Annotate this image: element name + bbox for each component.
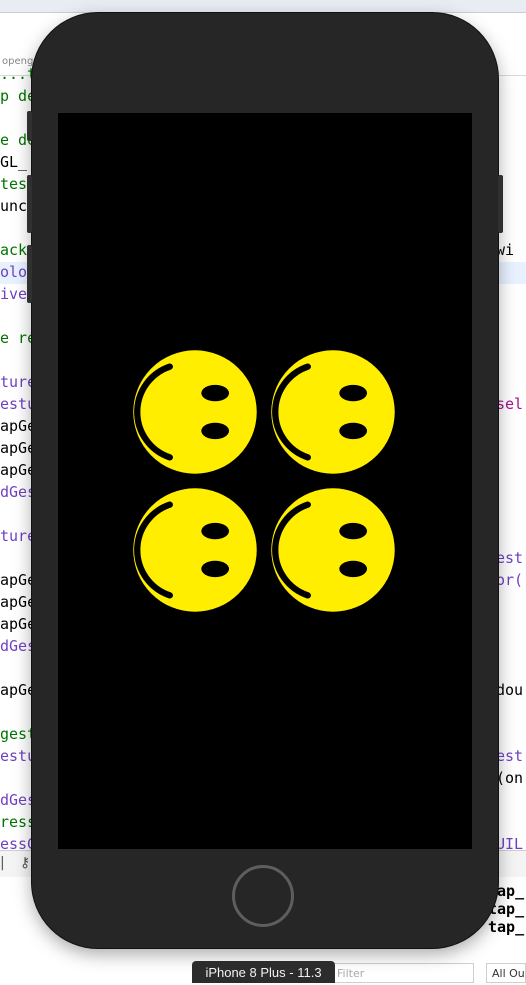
output-selector[interactable]: All Output [486, 963, 526, 983]
smiley-face-icon [271, 488, 395, 612]
device-screen[interactable] [58, 113, 472, 849]
code-line: wi [496, 241, 515, 259]
mute-switch [27, 111, 32, 141]
code-line: est [496, 549, 524, 567]
volume-up-button[interactable] [27, 175, 32, 233]
console-line: tap_ [488, 918, 525, 936]
code-line: or( [496, 571, 524, 589]
smiley-face-icon [133, 488, 257, 612]
home-button[interactable] [232, 865, 294, 927]
iphone-simulator-frame [27, 13, 503, 948]
debug-divider-icon[interactable]: | [0, 855, 5, 871]
code-line: est [496, 747, 524, 765]
smiley-face-icon [271, 350, 395, 474]
power-button[interactable] [498, 175, 503, 233]
code-line: dou [496, 681, 524, 699]
xcode-toolbar [0, 0, 526, 13]
volume-down-button[interactable] [27, 245, 32, 303]
simulator-device-label: iPhone 8 Plus - 11.3 [192, 961, 335, 983]
filter-field[interactable]: Filter [330, 963, 474, 983]
code-line: (on [496, 769, 524, 787]
code-line: sel [496, 395, 524, 413]
memory-graph-icon[interactable]: ⚷ [20, 855, 30, 871]
smiley-face-icon [133, 350, 257, 474]
